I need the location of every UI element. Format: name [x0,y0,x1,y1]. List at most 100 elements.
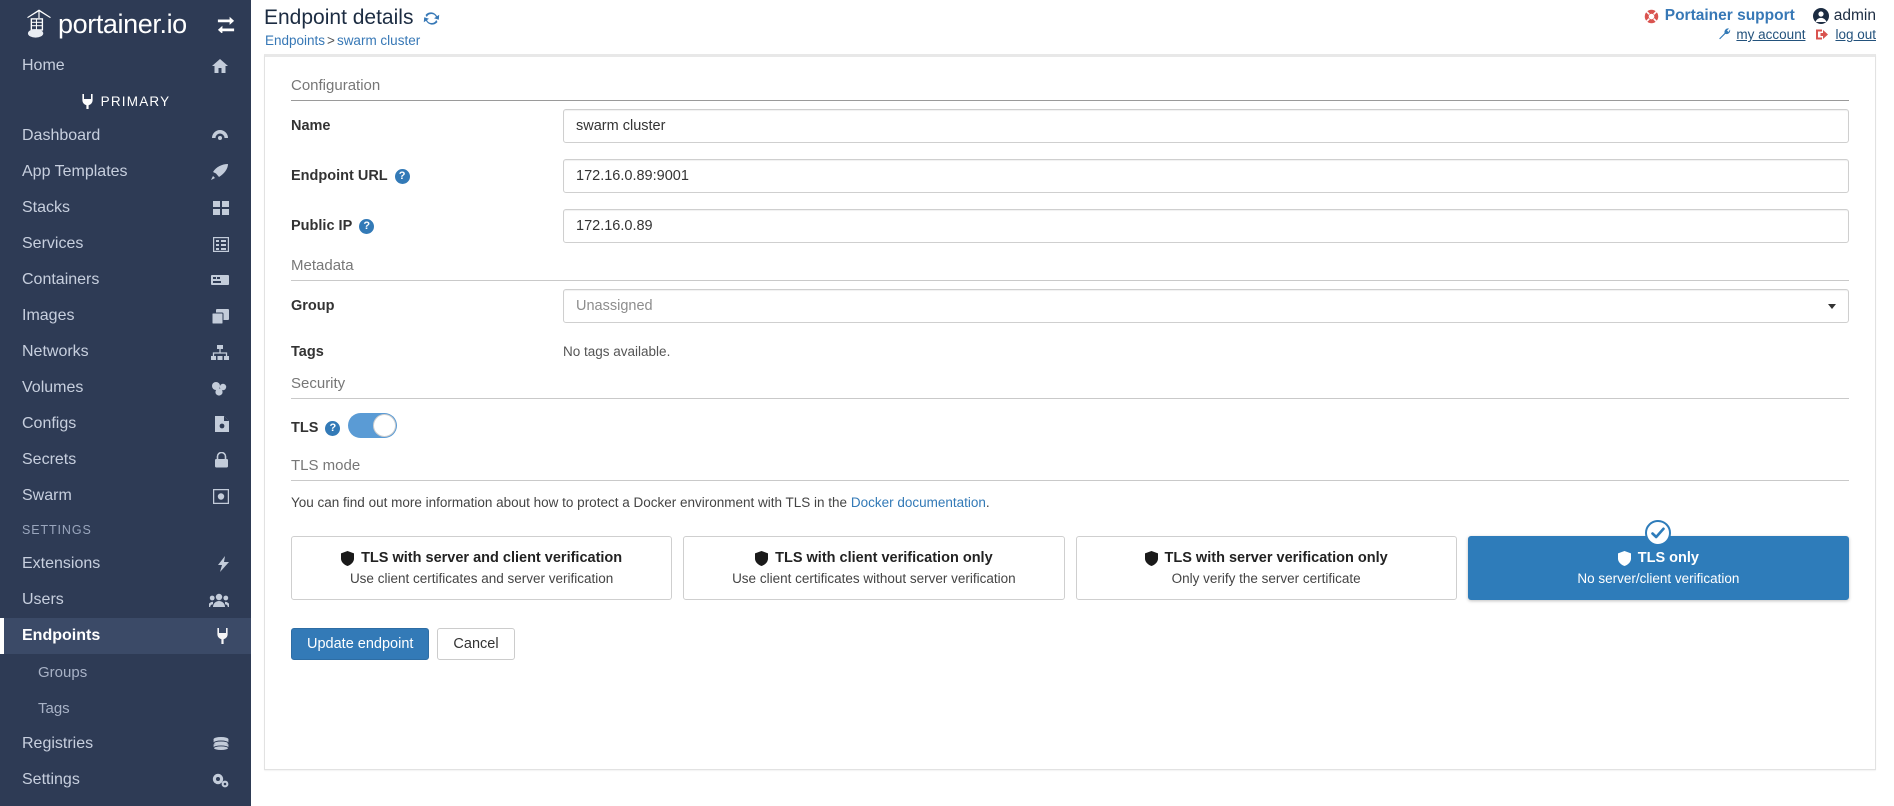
sidebar-item-settings[interactable]: Settings [0,762,251,798]
field-row-name: Name [291,101,1849,151]
endpoint-details-panel: Configuration Name Endpoint URL ? [264,54,1876,770]
help-icon[interactable]: ? [359,218,375,234]
wrench-icon [1718,28,1731,41]
name-input[interactable] [563,109,1849,143]
page-title: Endpoint details [264,6,441,30]
sidebar-item-stacks[interactable]: Stacks [0,190,251,226]
database-icon [209,736,229,753]
tls-mode-card-server-and-client[interactable]: TLS with server and client verification … [291,536,673,600]
sidebar-item-registries[interactable]: Registries [0,726,251,762]
form-actions: Update endpoint Cancel [291,628,1849,660]
section-tls-mode-title: TLS mode [291,457,1849,481]
sidebar-item-swarm[interactable]: Swarm [0,478,251,514]
tags-label: Tags [291,344,563,360]
sidebar-item-label: Swarm [22,487,72,504]
section-metadata-title: Metadata [291,257,1849,281]
portainer-logo-icon [27,9,51,38]
stacks-icon [209,200,229,217]
sidebar-item-home[interactable]: Home [0,48,251,84]
update-endpoint-button[interactable]: Update endpoint [291,628,430,660]
plug-icon [209,628,229,645]
cancel-button[interactable]: Cancel [437,628,515,660]
endpoint-url-label-text: Endpoint URL [291,168,388,184]
sidebar-item-label: Extensions [22,555,101,572]
sidebar-subitem-label: Tags [38,699,70,717]
collapse-arrows-icon[interactable] [216,15,236,33]
tls-mode-title: TLS with server and client verification [361,550,623,566]
sidebar-item-users[interactable]: Users [0,582,251,618]
user-menu[interactable]: admin [1812,7,1876,25]
user-circle-icon [1812,8,1829,24]
sidebar-primary-endpoint: PRIMARY [0,84,251,118]
sidebar-item-secrets[interactable]: Secrets [0,442,251,478]
sidebar-subitem-tags[interactable]: Tags [0,690,251,726]
field-row-group: Group Unassigned [291,281,1849,331]
shield-icon [1144,550,1158,566]
sidebar-item-label: Settings [22,771,80,788]
tls-mode-card-tls-only[interactable]: TLS only No server/client verification [1467,520,1849,600]
sidebar-item-label: Stacks [22,199,71,216]
sidebar-item-app-templates[interactable]: App Templates [0,154,251,190]
sidebar-item-endpoints[interactable]: Endpoints [0,618,251,654]
sidebar-item-containers[interactable]: Containers [0,262,251,298]
sidebar-item-label: Users [22,591,64,608]
tls-mode-card-server-only[interactable]: TLS with server verification only Only v… [1075,536,1457,600]
breadcrumb-current: swarm cluster [336,33,421,48]
secrets-icon [209,452,229,469]
name-label: Name [291,118,563,134]
group-select[interactable]: Unassigned [563,289,1849,323]
section-security-title: Security [291,375,1849,399]
docker-documentation-link[interactable]: Docker documentation [851,495,986,510]
tls-mode-desc: No server/client verification [1577,571,1740,586]
section-configuration-title: Configuration [291,77,1849,101]
lifebuoy-icon [1644,9,1659,24]
app-root: portainer.io Home PRIMARY Dashboard App … [0,0,1894,806]
public-ip-input[interactable] [563,209,1849,243]
tls-mode-title: TLS with client verification only [775,550,993,566]
swarm-icon [209,488,229,505]
sidebar-item-dashboard[interactable]: Dashboard [0,118,251,154]
my-account-link[interactable]: my account [1736,27,1805,42]
plug-icon [81,93,94,109]
sidebar-item-label: App Templates [22,163,128,180]
shield-icon [1617,550,1631,566]
sidebar-item-extensions[interactable]: Extensions [0,546,251,582]
tls-mode-desc: Use client certificates and server verif… [349,571,614,586]
logout-icon [1816,28,1830,41]
sidebar-section-settings: SETTINGS [22,523,92,537]
log-out-link[interactable]: log out [1835,27,1876,42]
help-icon[interactable]: ? [325,420,341,436]
shield-icon [341,550,355,566]
tls-mode-card-client-only[interactable]: TLS with client verification only Use cl… [683,536,1065,600]
sidebar-item-services[interactable]: Services [0,226,251,262]
sidebar-item-label: Volumes [22,379,84,396]
refresh-icon[interactable] [422,9,441,28]
sidebar-item-label: Secrets [22,451,77,468]
sidebar-subitem-groups[interactable]: Groups [0,654,251,690]
name-label-text: Name [291,118,331,134]
public-ip-label: Public IP ? [291,218,563,234]
breadcrumb-separator: > [327,33,335,48]
home-icon [209,58,229,75]
help-icon[interactable]: ? [394,168,410,184]
endpoint-url-input[interactable] [563,159,1849,193]
sidebar-subitem-label: Groups [38,663,88,681]
sidebar-item-configs[interactable]: Configs [0,406,251,442]
sidebar-item-volumes[interactable]: Volumes [0,370,251,406]
users-icon [209,592,229,609]
rocket-icon [209,164,229,181]
sidebar-item-label: Registries [22,735,94,752]
field-row-tags: Tags No tags available. [291,331,1849,373]
breadcrumb-root-link[interactable]: Endpoints [265,33,325,48]
tls-mode-options: TLS with server and client verification … [291,520,1849,600]
portainer-support-link[interactable]: Portainer support [1665,7,1795,25]
tls-toggle[interactable] [348,413,397,438]
sidebar-item-images[interactable]: Images [0,298,251,334]
chevron-down-icon [1828,303,1836,309]
field-row-public-ip: Public IP ? [291,201,1849,251]
sidebar-item-label: Configs [22,415,77,432]
sidebar-item-label: Endpoints [22,627,101,644]
sidebar-item-networks[interactable]: Networks [0,334,251,370]
brand-header: portainer.io [0,0,251,48]
sidebar-item-label: Containers [22,271,100,288]
